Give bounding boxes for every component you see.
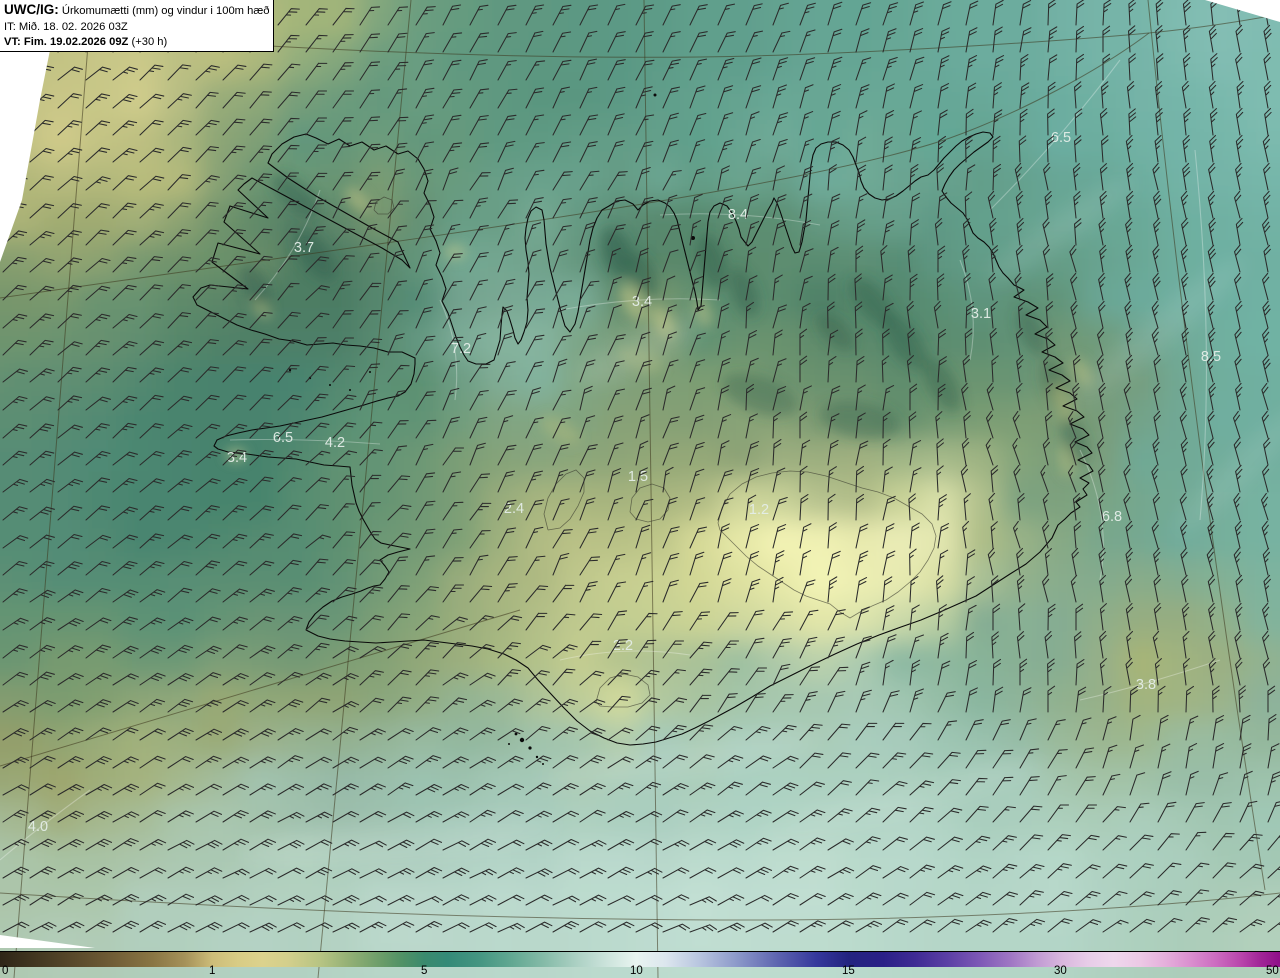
svg-text:6.8: 6.8 (1102, 509, 1122, 525)
svg-text:8.4: 8.4 (728, 207, 748, 223)
svg-text:7.2: 7.2 (451, 341, 471, 357)
svg-text:4.2: 4.2 (325, 435, 345, 451)
svg-text:3.7: 3.7 (294, 240, 314, 256)
svg-text:1.2: 1.2 (749, 502, 769, 518)
svg-text:6.5: 6.5 (1051, 130, 1071, 146)
svg-text:3.8: 3.8 (1136, 677, 1156, 693)
svg-text:3.1: 3.1 (971, 306, 991, 322)
